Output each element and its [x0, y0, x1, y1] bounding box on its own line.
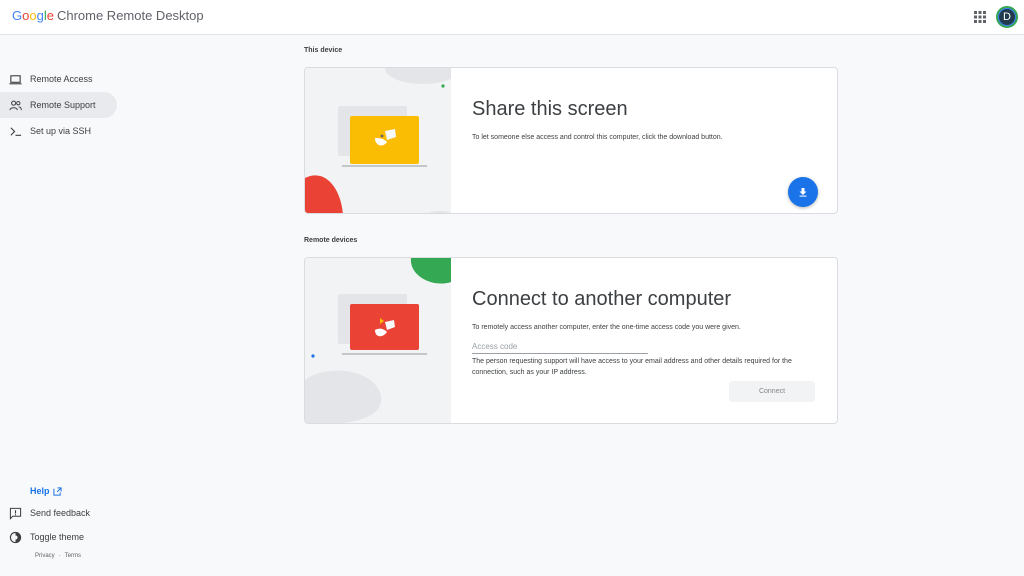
terminal-icon [10, 126, 22, 136]
connect-button[interactable]: Connect [729, 381, 815, 402]
logo-letter: o [29, 8, 37, 23]
sidebar-item-remote-support[interactable]: Remote Support [0, 92, 117, 118]
avatar-initial: D [998, 8, 1016, 26]
help-link[interactable]: Help [30, 486, 62, 496]
download-button[interactable] [788, 177, 818, 207]
logo-letter: G [12, 8, 23, 23]
theme-label: Toggle theme [30, 532, 85, 542]
share-screen-title: Share this screen [472, 98, 628, 120]
remote-devices-heading: Remote devices [304, 237, 358, 244]
consent-notice: The person requesting support will have … [472, 358, 792, 376]
toggle-theme-button[interactable]: Toggle theme [0, 527, 117, 547]
connect-computer-description: To remotely access another computer, ent… [472, 324, 741, 331]
share-screen-card: Share this screen To let someone else ac… [304, 67, 838, 214]
sidebar-item-label: Set up via SSH [30, 126, 92, 136]
access-code-input[interactable] [472, 339, 648, 354]
share-screen-description: To let someone else access and control t… [472, 134, 723, 141]
product-logo[interactable]: Google Chrome Remote Desktop [12, 8, 204, 23]
laptop-icon [9, 74, 22, 84]
theme-icon [9, 531, 22, 543]
sidebar-item-ssh[interactable]: Set up via SSH [0, 118, 117, 144]
logo-letter: g [36, 8, 44, 23]
download-icon [799, 188, 807, 197]
share-screen-illustration [305, 68, 451, 213]
feedback-icon [9, 507, 22, 520]
separator-dot: · [58, 553, 61, 559]
top-app-bar: Google Chrome Remote Desktop D [0, 0, 1024, 35]
logo-letter: e [46, 8, 54, 23]
terms-link[interactable]: Terms [65, 553, 81, 559]
sidebar-item-remote-access[interactable]: Remote Access [0, 66, 117, 92]
feedback-label: Send feedback [30, 508, 91, 518]
sidebar-item-label: Remote Support [30, 100, 96, 110]
this-device-heading: This device [304, 47, 343, 54]
account-avatar[interactable]: D [996, 6, 1018, 28]
sidebar-item-label: Remote Access [30, 74, 93, 84]
send-feedback-button[interactable]: Send feedback [0, 503, 117, 523]
help-label: Help [30, 486, 50, 496]
privacy-link[interactable]: Privacy [35, 553, 55, 559]
connect-computer-title: Connect to another computer [472, 288, 732, 310]
product-name: Chrome Remote Desktop [56, 8, 204, 23]
google-wordmark: Google [12, 8, 54, 23]
connect-computer-illustration [305, 258, 451, 423]
apps-grid-icon[interactable] [973, 10, 987, 24]
connect-computer-card: Connect to another computer To remotely … [304, 257, 838, 424]
legal-links: Privacy · Terms [35, 553, 81, 559]
open-in-new-icon [52, 486, 62, 496]
people-icon [9, 100, 22, 110]
